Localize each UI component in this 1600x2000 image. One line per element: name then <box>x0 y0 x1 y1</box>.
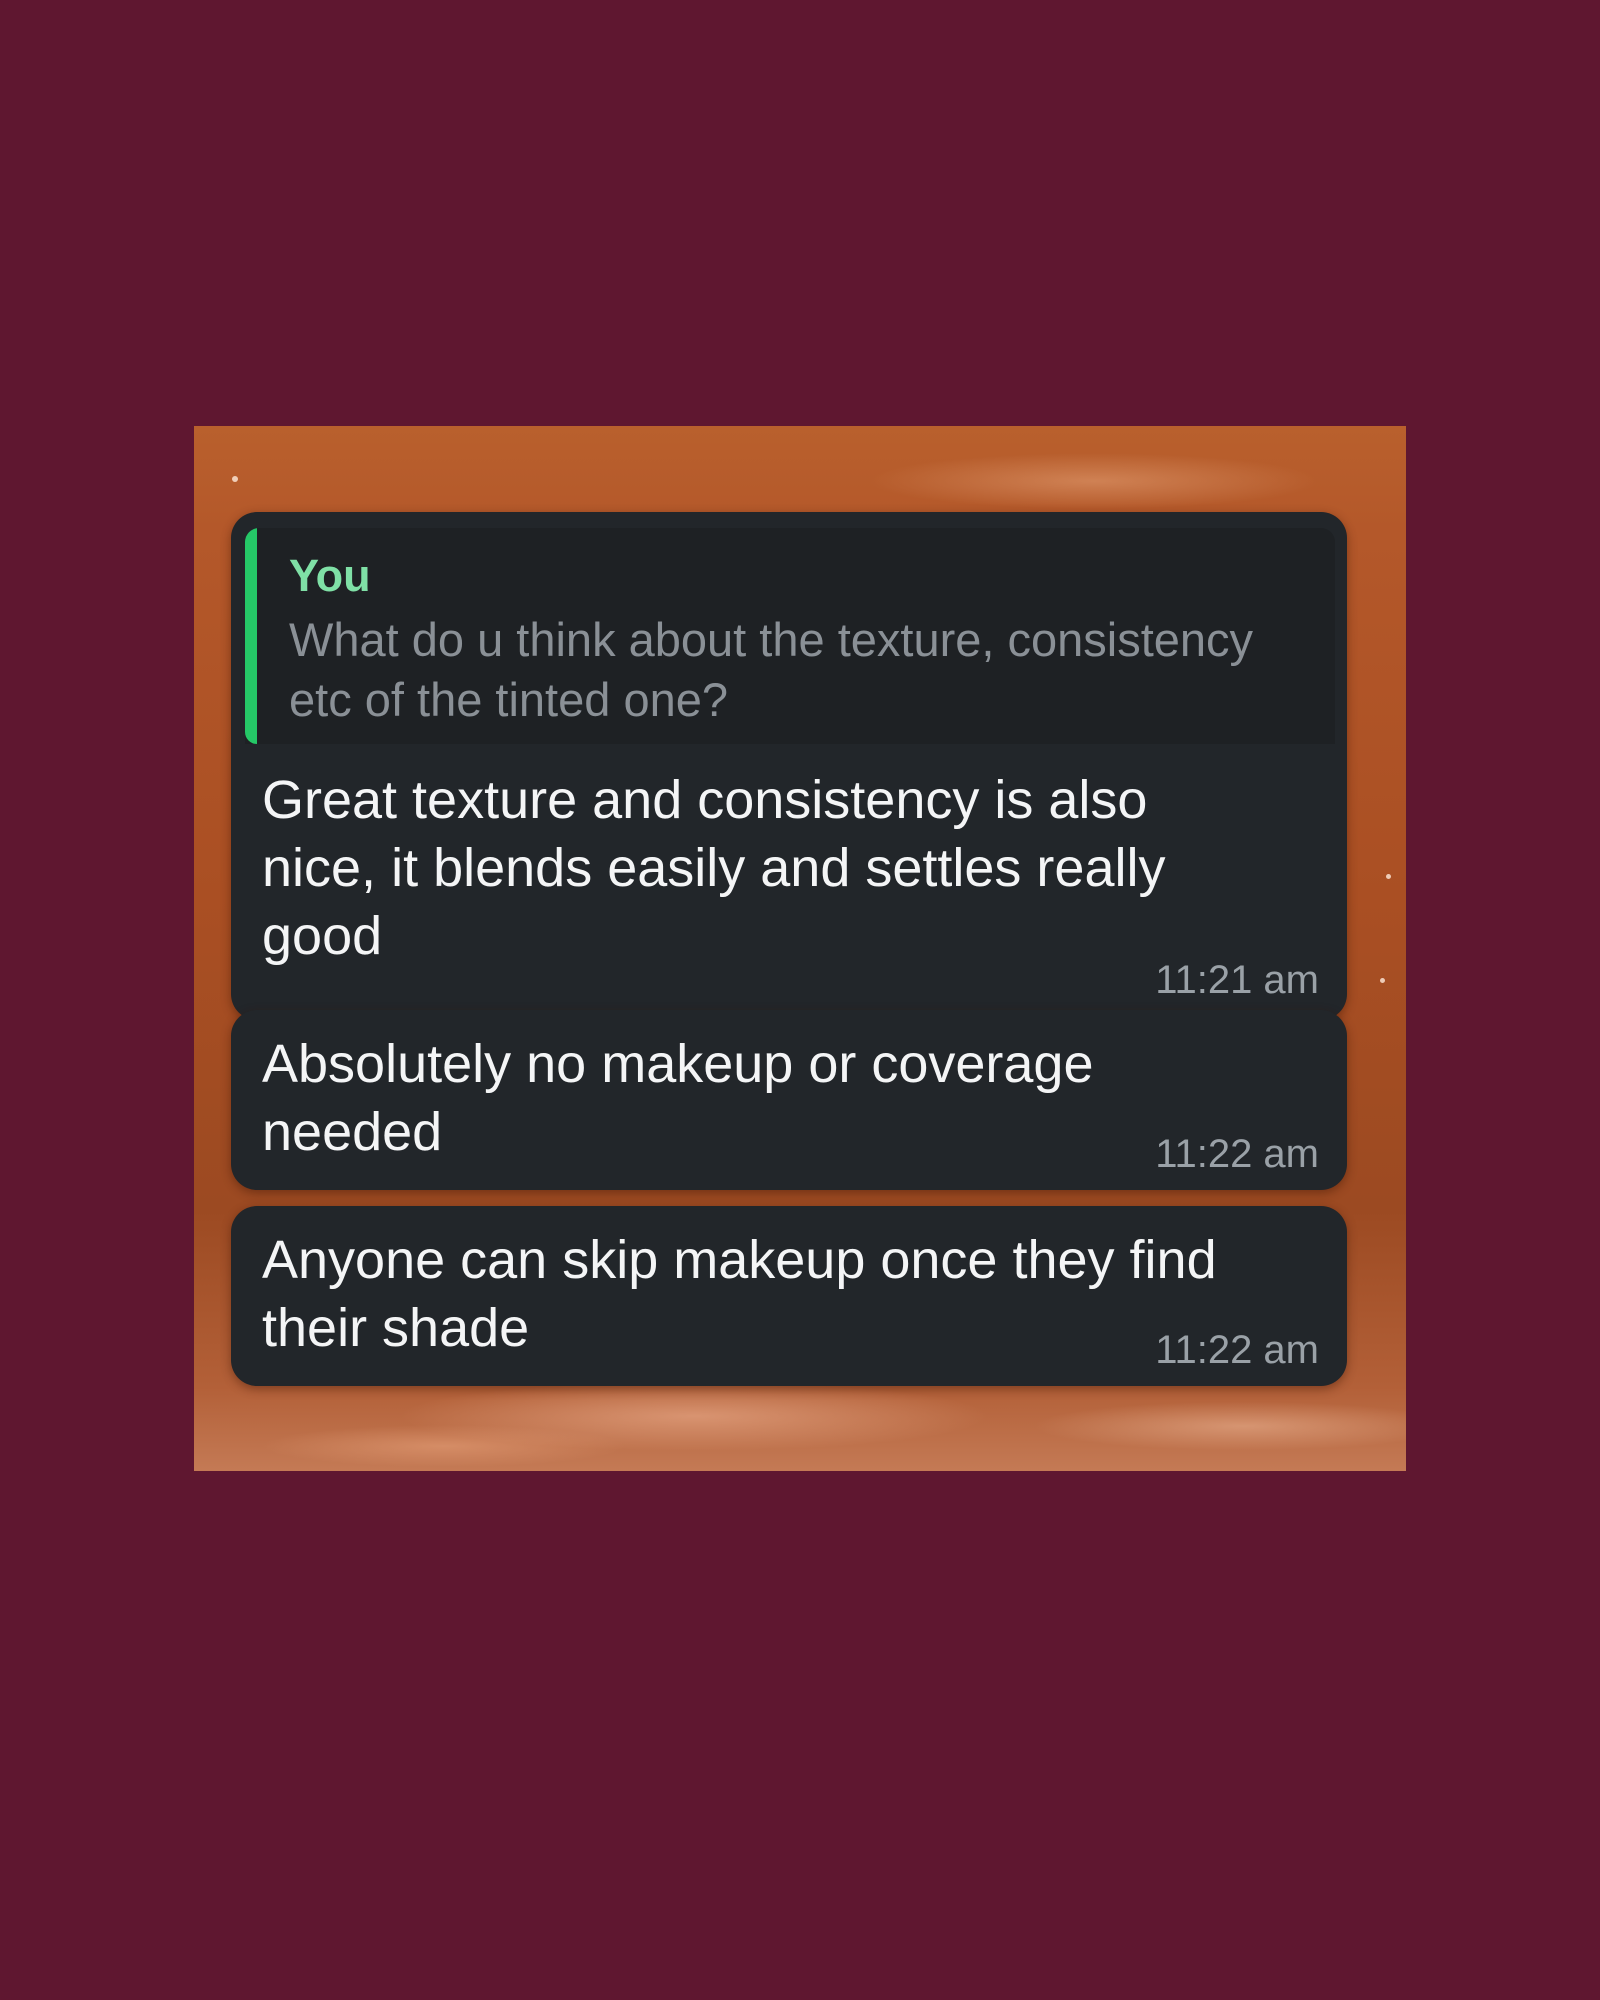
background-speck <box>1380 978 1385 983</box>
chat-screenshot: You What do u think about the texture, c… <box>194 426 1406 1471</box>
quote-text: What do u think about the texture, consi… <box>289 613 1254 726</box>
quote-accent-bar <box>245 528 257 744</box>
message-text: Great texture and consistency is also ni… <box>262 770 1166 966</box>
message-bubble[interactable]: You What do u think about the texture, c… <box>231 512 1347 1020</box>
message-bubble[interactable]: Anyone can skip makeup once they find th… <box>231 1206 1347 1386</box>
message-timestamp: 11:22 am <box>1155 1328 1319 1372</box>
background-speck <box>1386 874 1391 879</box>
message-text: Anyone can skip makeup once they find th… <box>262 1230 1217 1358</box>
background-speck <box>232 476 238 482</box>
message-bubble[interactable]: Absolutely no makeup or coverage needed … <box>231 1010 1347 1190</box>
message-text: Absolutely no makeup or coverage needed <box>262 1034 1094 1162</box>
message-timestamp: 11:22 am <box>1155 1132 1319 1176</box>
quoted-reply[interactable]: You What do u think about the texture, c… <box>245 528 1335 744</box>
message-timestamp: 11:21 am <box>1155 958 1319 1002</box>
quote-author: You <box>289 550 371 601</box>
